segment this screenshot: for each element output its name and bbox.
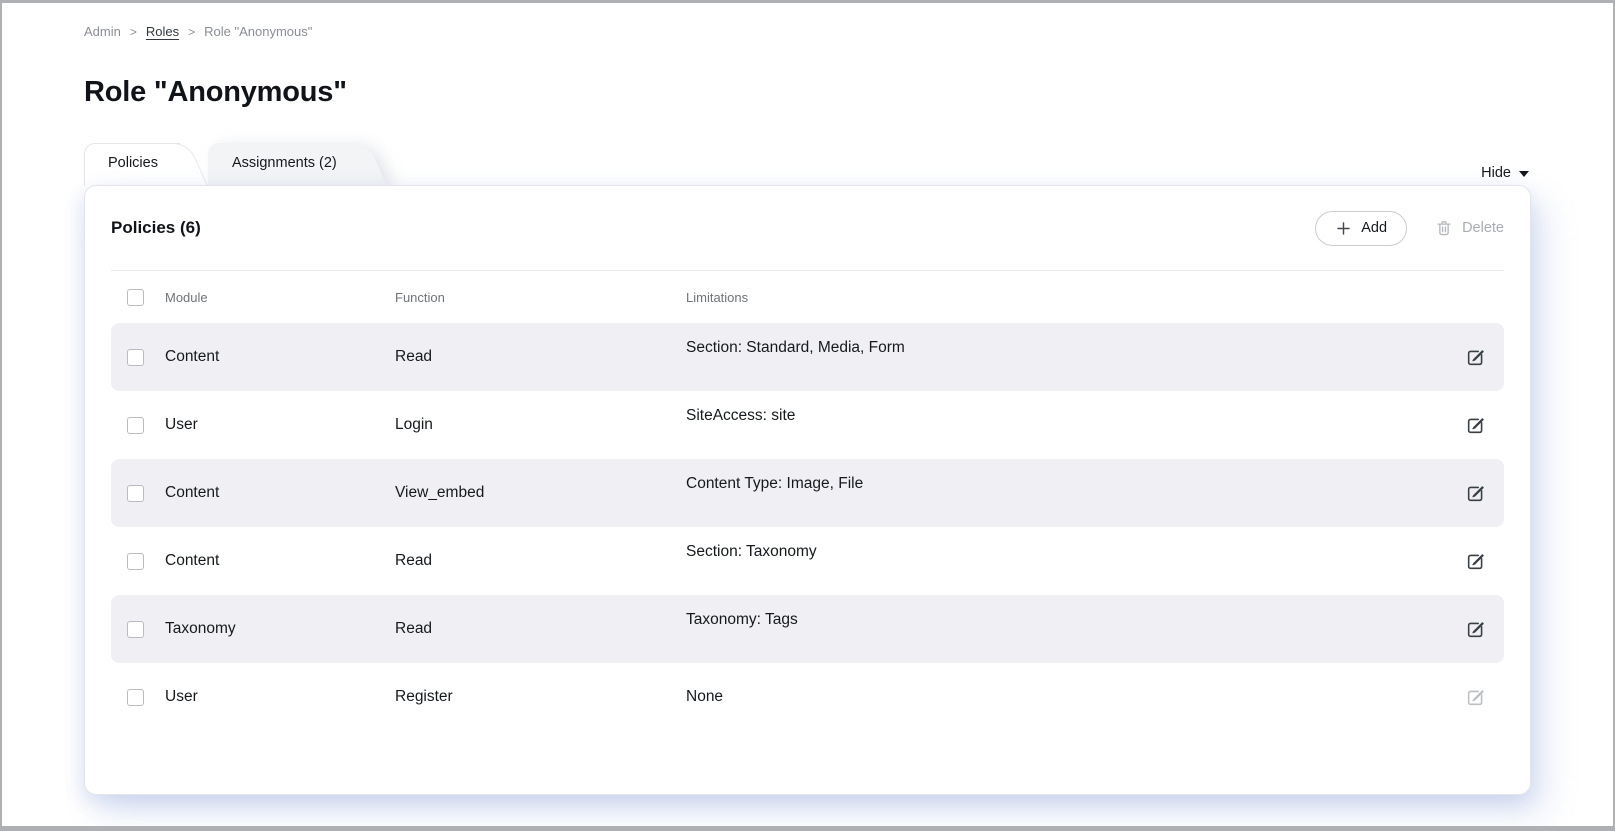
breadcrumb-item-admin: Admin [84, 24, 121, 40]
edit-button-disabled [1458, 680, 1492, 714]
breadcrumb-separator: > [130, 24, 137, 40]
row-checkbox[interactable] [127, 553, 144, 570]
table-header: Module Function Limitations [111, 271, 1504, 323]
column-function: Function [395, 290, 686, 305]
cell-limitations: Content Type: Image, File [686, 475, 1444, 493]
cell-function: Read [395, 348, 686, 366]
cell-module: Taxonomy [165, 620, 395, 638]
delete-button-label: Delete [1462, 220, 1504, 236]
cell-function: View_embed [395, 484, 686, 502]
hide-toggle[interactable]: Hide [1481, 165, 1531, 181]
cell-module: User [165, 416, 395, 434]
tab-policies[interactable]: Policies [84, 143, 208, 186]
policies-panel: Policies (6) Add [84, 185, 1531, 795]
cell-limitations: Section: Taxonomy [686, 543, 1444, 561]
row-checkbox[interactable] [127, 621, 144, 638]
table-row: User Login SiteAccess: site [111, 391, 1504, 459]
column-limitations: Limitations [686, 290, 1444, 305]
cell-function: Register [395, 688, 686, 706]
breadcrumb-link-roles[interactable]: Roles [146, 24, 179, 40]
table-row: User Register None [111, 663, 1504, 731]
add-button-label: Add [1361, 220, 1387, 236]
cell-function: Login [395, 416, 686, 434]
caret-down-icon [1519, 171, 1529, 177]
page-title: Role "Anonymous" [84, 74, 1531, 110]
column-module: Module [165, 290, 395, 305]
cell-module: Content [165, 348, 395, 366]
edit-button[interactable] [1458, 340, 1492, 374]
cell-limitations: Section: Standard, Media, Form [686, 339, 1444, 357]
row-checkbox[interactable] [127, 689, 144, 706]
app-window: Admin > Roles > Role "Anonymous" Role "A… [0, 0, 1615, 831]
policies-table: Module Function Limitations Content Read… [111, 271, 1504, 731]
table-row: Content Read Section: Standard, Media, F… [111, 323, 1504, 391]
table-row: Taxonomy Read Taxonomy: Tags [111, 595, 1504, 663]
plus-icon [1335, 220, 1352, 237]
cell-module: Content [165, 484, 395, 502]
panel-title: Policies (6) [111, 218, 201, 238]
tab-assignments-label: Assignments (2) [232, 155, 337, 171]
row-checkbox[interactable] [127, 349, 144, 366]
cell-module: Content [165, 552, 395, 570]
cell-function: Read [395, 620, 686, 638]
table-row: Content Read Section: Taxonomy [111, 527, 1504, 595]
edit-button[interactable] [1458, 612, 1492, 646]
tab-policies-label: Policies [108, 155, 158, 171]
tab-assignments[interactable]: Assignments (2) [208, 143, 387, 186]
trash-icon [1435, 219, 1453, 237]
cell-limitations: None [686, 688, 1444, 706]
breadcrumb: Admin > Roles > Role "Anonymous" [84, 3, 1531, 40]
breadcrumb-separator: > [188, 24, 195, 40]
breadcrumb-item-current: Role "Anonymous" [204, 24, 312, 40]
row-checkbox[interactable] [127, 485, 144, 502]
cell-limitations: SiteAccess: site [686, 407, 1444, 425]
edit-button[interactable] [1458, 544, 1492, 578]
edit-button[interactable] [1458, 476, 1492, 510]
select-all-checkbox[interactable] [127, 289, 144, 306]
cell-function: Read [395, 552, 686, 570]
table-row: Content View_embed Content Type: Image, … [111, 459, 1504, 527]
tab-bar: Policies Assignments (2) Hide [84, 143, 1531, 186]
edit-button[interactable] [1458, 408, 1492, 442]
delete-button[interactable]: Delete [1435, 219, 1504, 237]
hide-toggle-label: Hide [1481, 165, 1511, 181]
add-button[interactable]: Add [1315, 211, 1407, 246]
cell-module: User [165, 688, 395, 706]
row-checkbox[interactable] [127, 417, 144, 434]
cell-limitations: Taxonomy: Tags [686, 611, 1444, 629]
panel-actions: Add Delete [1315, 211, 1504, 246]
panel-header: Policies (6) Add [111, 186, 1504, 271]
